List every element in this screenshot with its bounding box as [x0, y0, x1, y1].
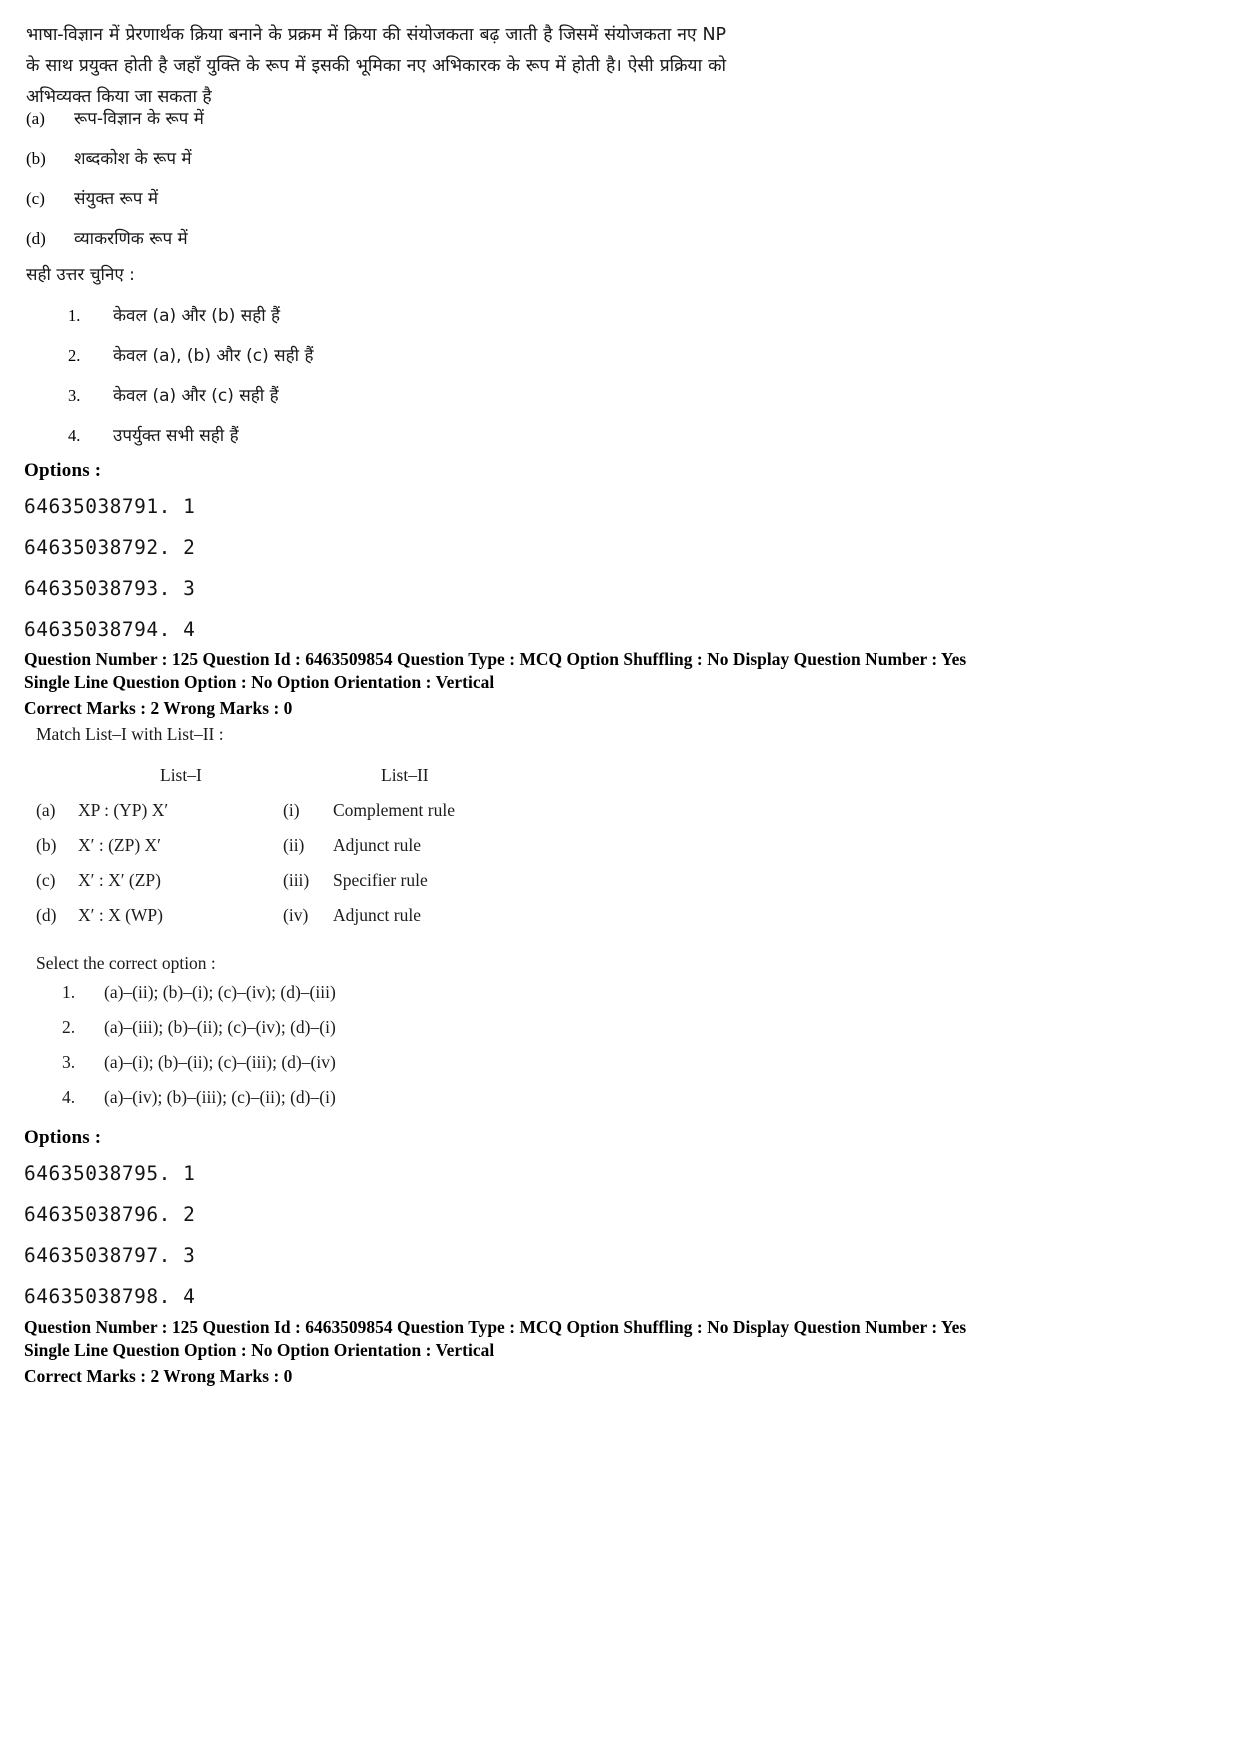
options-label-2: Options : [24, 1127, 102, 1148]
choose-correct-answer-prompt: सही उत्तर चुनिए : [26, 265, 135, 285]
sub-option-a-text: रूप-विज्ञान के रूप में [74, 109, 204, 129]
match-row-ii-tag: (ii) [283, 835, 305, 855]
sub-options-list: (a) रूप-विज्ञान के रूप में (b) शब्दकोश क… [26, 106, 666, 266]
match-list-prompt: Match List–I with List–II : [36, 724, 224, 744]
match-answer-choice-1-number: 1. [62, 982, 76, 1002]
match-answer-choice-4: 4. (a)–(iv); (b)–(iii); (c)–(ii); (d)–(i… [62, 1087, 762, 1122]
metadata-2-line-1: Question Number : 125 Question Id : 6463… [24, 1317, 967, 1337]
option-id-7: 64635038797. 3 [24, 1244, 196, 1267]
match-row-a-tag: (a) [36, 800, 56, 820]
sub-option-b-text: शब्दकोश के रूप में [74, 149, 192, 169]
match-row-c-left: X′ : X′ (ZP) [78, 870, 161, 890]
sub-option-b: (b) शब्दकोश के रूप में [26, 146, 666, 186]
option-id-5: 64635038795. 1 [24, 1162, 196, 1185]
answer-choice-2: 2. केवल (a), (b) और (c) सही हैं [68, 343, 768, 383]
metadata-1-marks: Correct Marks : 2 Wrong Marks : 0 [24, 698, 293, 718]
document-page: भाषा-विज्ञान में प्रेरणार्थक क्रिया बनान… [0, 0, 1240, 1754]
list-i-header: List–I [160, 765, 202, 785]
answer-choice-1: 1. केवल (a) और (b) सही हैं [68, 303, 768, 343]
match-row-d-left: X′ : X (WP) [78, 905, 163, 925]
question-metadata-2: Question Number : 125 Question Id : 6463… [24, 1316, 966, 1388]
match-list-table: (a) XP : (YP) X′ (i) Complement rule (b)… [36, 800, 676, 940]
select-correct-option-prompt: Select the correct option : [36, 953, 216, 973]
match-row-b-tag: (b) [36, 835, 57, 855]
match-answer-choice-4-number: 4. [62, 1087, 76, 1107]
answer-choice-2-number: 2. [68, 346, 81, 365]
match-answer-choice-2-text: (a)–(iii); (b)–(ii); (c)–(iv); (d)–(i) [104, 1017, 336, 1037]
answer-choices-list: 1. केवल (a) और (b) सही हैं 2. केवल (a), … [68, 303, 768, 463]
match-answer-choices-list: 1. (a)–(ii); (b)–(i); (c)–(iv); (d)–(iii… [62, 982, 762, 1122]
match-row-c-tag: (c) [36, 870, 56, 890]
sub-option-c-tag: (c) [26, 189, 45, 208]
option-id-3: 64635038793. 3 [24, 577, 196, 600]
answer-choice-4: 4. उपर्युक्त सभी सही हैं [68, 423, 768, 463]
match-row-ii-right: Adjunct rule [333, 835, 421, 855]
match-answer-choice-3: 3. (a)–(i); (b)–(ii); (c)–(iii); (d)–(iv… [62, 1052, 762, 1087]
list-ii-header: List–II [381, 765, 429, 785]
sub-option-c: (c) संयुक्त रूप में [26, 186, 666, 226]
option-id-8: 64635038798. 4 [24, 1285, 196, 1308]
sub-option-d-text: व्याकरणिक रूप में [74, 229, 188, 249]
match-row-d-tag: (d) [36, 905, 57, 925]
answer-choice-1-text: केवल (a) और (b) सही हैं [113, 306, 281, 326]
match-row-iv-tag: (iv) [283, 905, 309, 925]
sub-option-d-tag: (d) [26, 229, 46, 248]
match-row-iv-right: Adjunct rule [333, 905, 421, 925]
option-id-4: 64635038794. 4 [24, 618, 196, 641]
match-row-i-right: Complement rule [333, 800, 455, 820]
metadata-2-marks: Correct Marks : 2 Wrong Marks : 0 [24, 1366, 293, 1386]
match-answer-choice-3-number: 3. [62, 1052, 76, 1072]
answer-choice-3-text: केवल (a) और (c) सही हैं [113, 386, 279, 406]
match-row-iii-tag: (iii) [283, 870, 310, 890]
question-stem-hindi: भाषा-विज्ञान में प्रेरणार्थक क्रिया बनान… [26, 25, 726, 107]
match-answer-choice-1-text: (a)–(ii); (b)–(i); (c)–(iv); (d)–(iii) [104, 982, 336, 1002]
match-answer-choice-2: 2. (a)–(iii); (b)–(ii); (c)–(iv); (d)–(i… [62, 1017, 762, 1052]
answer-choice-3-number: 3. [68, 386, 81, 405]
metadata-2-line-2: Single Line Question Option : No Option … [24, 1340, 495, 1360]
option-id-6: 64635038796. 2 [24, 1203, 196, 1226]
answer-choice-2-text: केवल (a), (b) और (c) सही हैं [113, 346, 314, 366]
option-id-2: 64635038792. 2 [24, 536, 196, 559]
match-row-i-tag: (i) [283, 800, 300, 820]
sub-option-b-tag: (b) [26, 149, 46, 168]
match-row-iii-right: Specifier rule [333, 870, 428, 890]
sub-option-d: (d) व्याकरणिक रूप में [26, 226, 666, 266]
match-answer-choice-1: 1. (a)–(ii); (b)–(i); (c)–(iv); (d)–(iii… [62, 982, 762, 1017]
sub-option-c-text: संयुक्त रूप में [74, 189, 158, 209]
match-row: (b) X′ : (ZP) X′ (ii) Adjunct rule [36, 835, 676, 870]
metadata-1-line-1: Question Number : 125 Question Id : 6463… [24, 649, 967, 669]
question-metadata-1: Question Number : 125 Question Id : 6463… [24, 648, 966, 720]
match-answer-choice-3-text: (a)–(i); (b)–(ii); (c)–(iii); (d)–(iv) [104, 1052, 336, 1072]
answer-choice-4-text: उपर्युक्त सभी सही हैं [113, 426, 239, 446]
options-block-2: Options : 64635038795. 1 64635038796. 2 … [24, 1127, 195, 1313]
answer-choice-4-number: 4. [68, 426, 81, 445]
options-label-1: Options : [24, 460, 102, 481]
sub-option-a: (a) रूप-विज्ञान के रूप में [26, 106, 666, 146]
option-id-1: 64635038791. 1 [24, 495, 196, 518]
match-row: (a) XP : (YP) X′ (i) Complement rule [36, 800, 676, 835]
answer-choice-1-number: 1. [68, 306, 81, 325]
match-row-a-left: XP : (YP) X′ [78, 800, 169, 820]
match-answer-choice-2-number: 2. [62, 1017, 76, 1037]
match-row: (c) X′ : X′ (ZP) (iii) Specifier rule [36, 870, 676, 905]
sub-option-a-tag: (a) [26, 109, 45, 128]
options-block-1: Options : 64635038791. 1 64635038792. 2 … [24, 460, 195, 646]
match-row: (d) X′ : X (WP) (iv) Adjunct rule [36, 905, 676, 940]
metadata-1-line-2: Single Line Question Option : No Option … [24, 672, 495, 692]
match-answer-choice-4-text: (a)–(iv); (b)–(iii); (c)–(ii); (d)–(i) [104, 1087, 336, 1107]
match-row-b-left: X′ : (ZP) X′ [78, 835, 161, 855]
answer-choice-3: 3. केवल (a) और (c) सही हैं [68, 383, 768, 423]
